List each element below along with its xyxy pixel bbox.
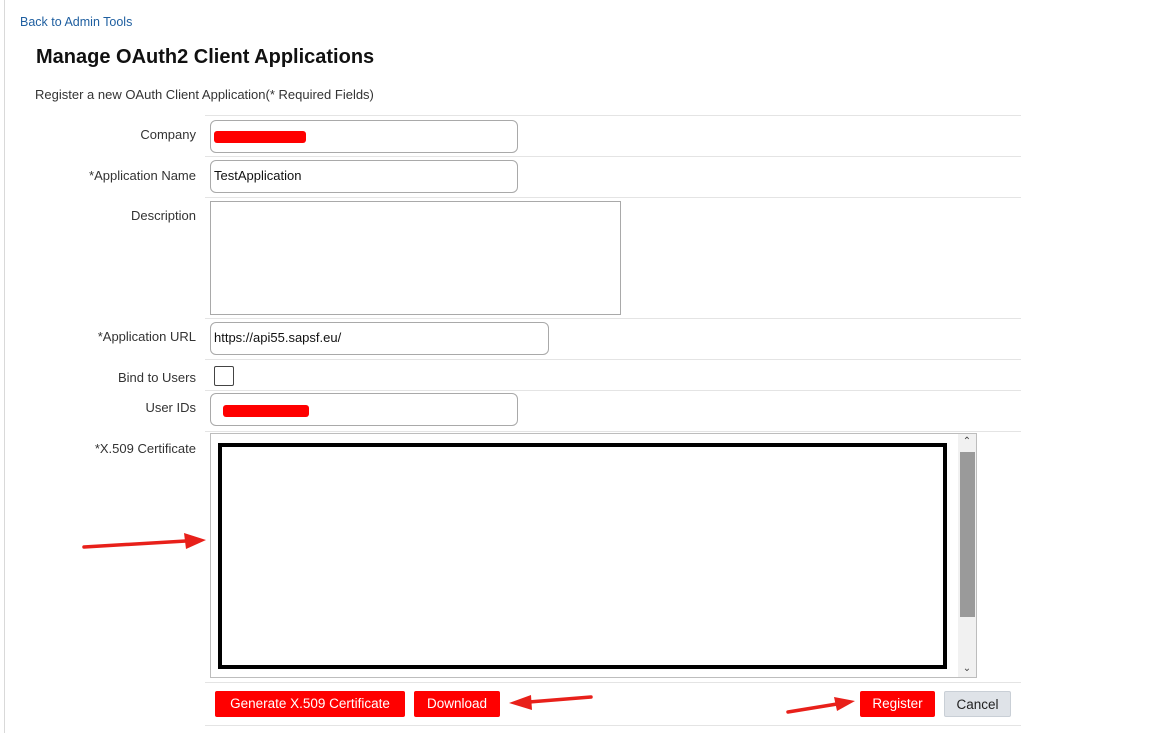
application-name-label: *Application Name <box>89 168 196 183</box>
row-divider <box>205 318 1021 319</box>
generate-certificate-button[interactable]: Generate X.509 Certificate <box>215 691 405 717</box>
x509-certificate-textarea[interactable]: ⌃ ⌄ <box>210 433 977 678</box>
row-divider <box>205 682 1021 683</box>
row-divider <box>205 197 1021 198</box>
description-label: Description <box>130 208 196 223</box>
cancel-button[interactable]: Cancel <box>944 691 1011 717</box>
user-ids-label: User IDs <box>145 400 196 415</box>
red-arrow-icon <box>786 697 855 714</box>
row-divider <box>205 359 1021 360</box>
red-arrow-icon <box>82 533 206 549</box>
row-divider <box>205 390 1021 391</box>
download-button[interactable]: Download <box>414 691 500 717</box>
application-url-input[interactable]: https://api55.sapsf.eu/ <box>210 322 549 355</box>
oauth-client-form: Company *Application Name TestApplicatio… <box>35 115 1021 727</box>
red-arrow-icon <box>509 695 593 710</box>
page-title: Manage OAuth2 Client Applications <box>36 46 375 68</box>
row-divider <box>205 156 1021 157</box>
company-input[interactable] <box>210 120 518 153</box>
x509-certificate-label: *X.509 Certificate <box>94 441 196 456</box>
user-ids-input[interactable] <box>210 393 518 426</box>
redaction-mark <box>214 131 306 143</box>
scrollbar-thumb[interactable] <box>960 452 975 617</box>
company-label: Company <box>140 127 196 142</box>
row-divider <box>205 725 1021 726</box>
certificate-scrollbar[interactable]: ⌃ ⌄ <box>958 434 976 677</box>
application-name-input[interactable]: TestApplication <box>210 160 518 193</box>
chevron-down-icon[interactable]: ⌄ <box>958 661 976 677</box>
application-url-label: *Application URL <box>97 329 196 344</box>
bind-to-users-checkbox[interactable] <box>214 366 234 386</box>
chevron-up-icon[interactable]: ⌃ <box>958 434 976 450</box>
redaction-mark <box>223 405 309 417</box>
left-border <box>4 0 5 733</box>
register-button[interactable]: Register <box>860 691 935 717</box>
bind-to-users-label: Bind to Users <box>117 370 196 385</box>
row-divider <box>205 115 1021 116</box>
certificate-redaction-box <box>218 443 947 669</box>
description-textarea[interactable] <box>210 201 621 315</box>
page-subtitle: Register a new OAuth Client Application(… <box>35 87 374 102</box>
back-to-admin-tools-link[interactable]: Back to Admin Tools <box>20 15 132 29</box>
row-divider <box>205 431 1021 432</box>
